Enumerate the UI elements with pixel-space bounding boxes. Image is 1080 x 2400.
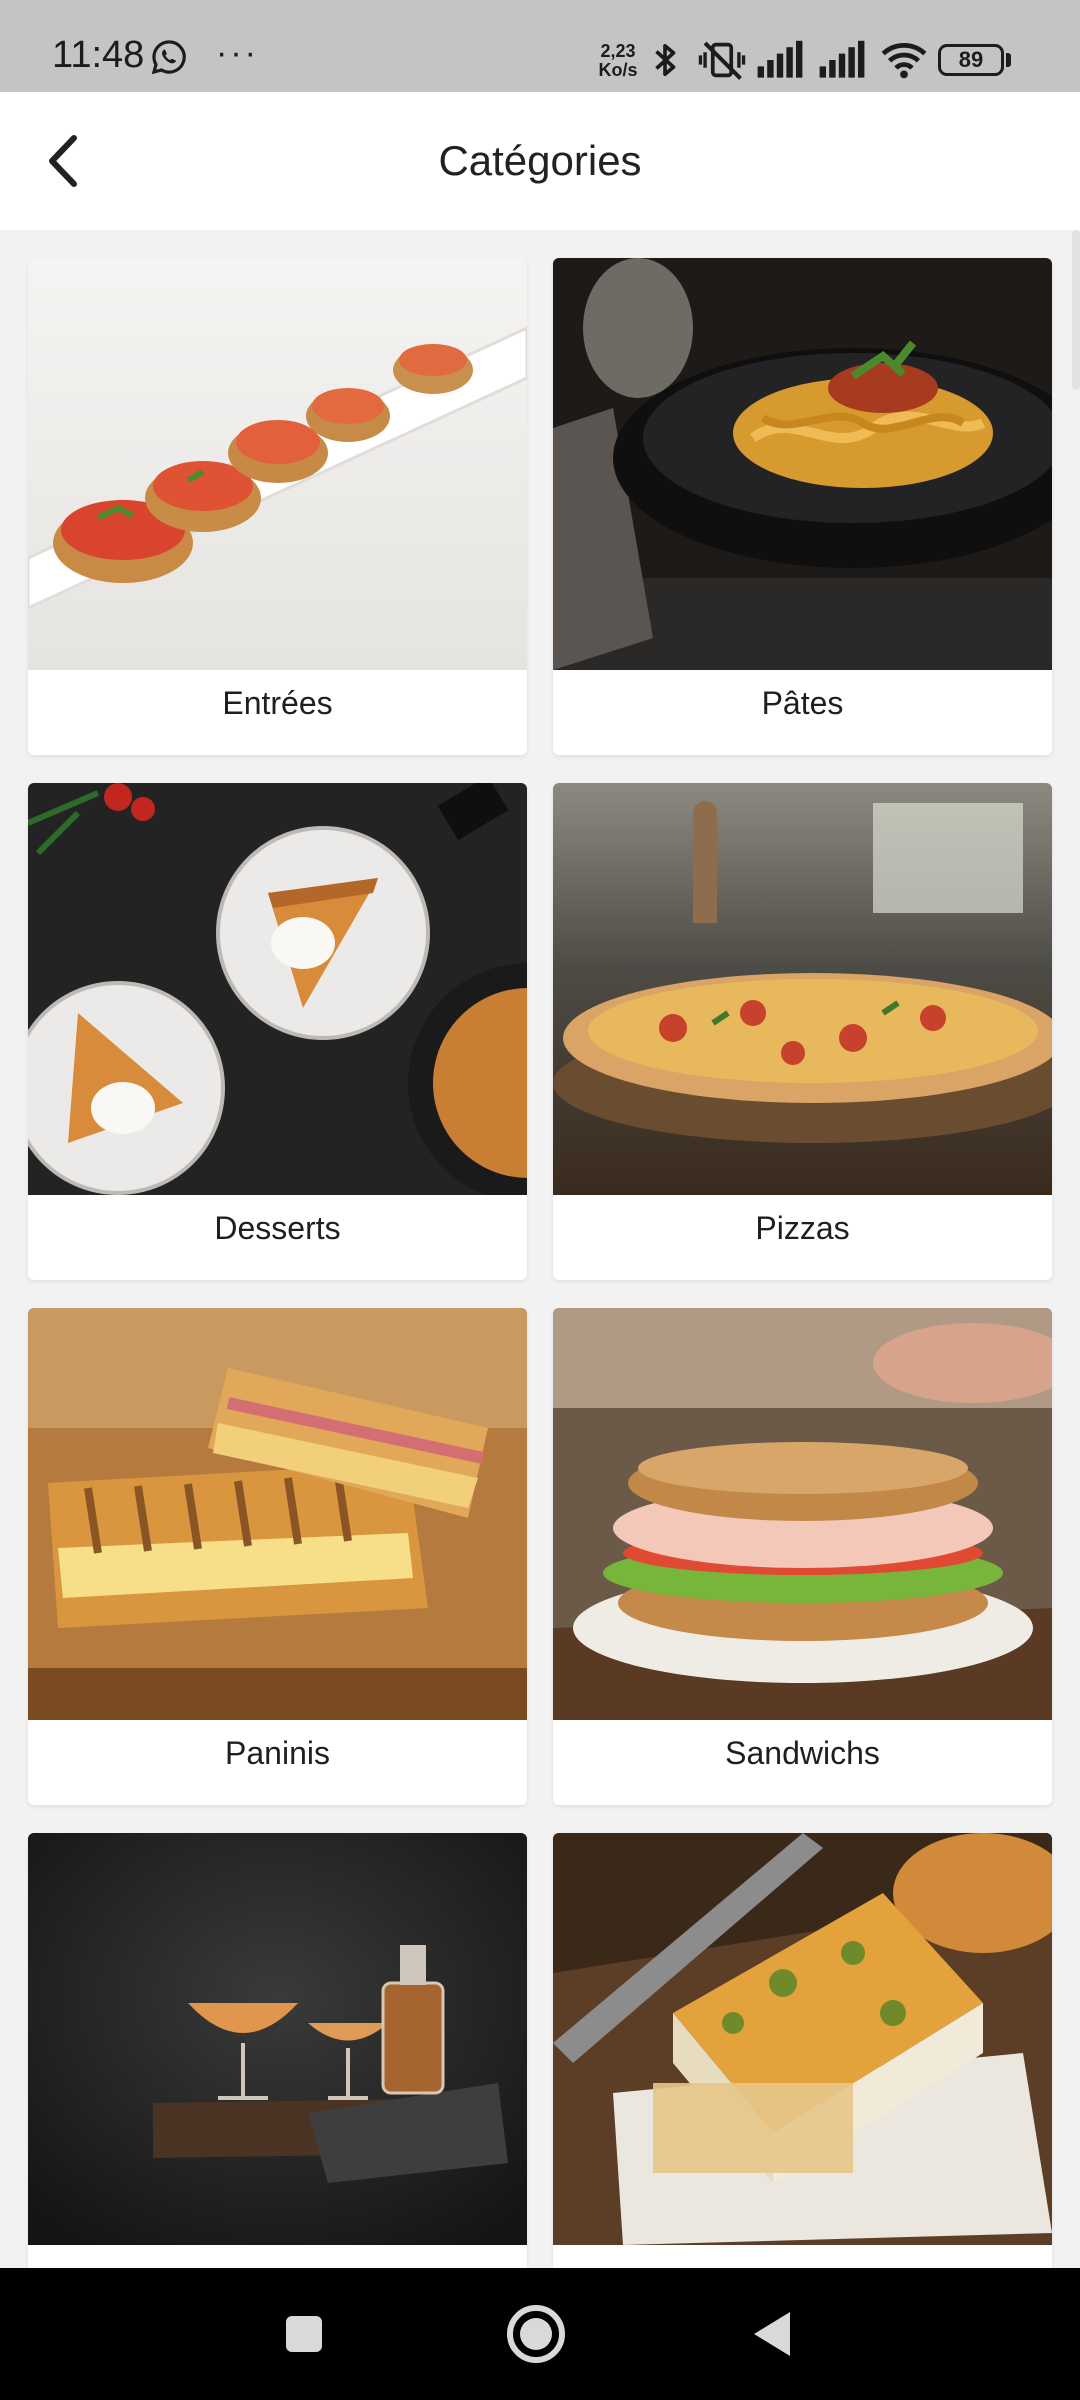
category-card-entrees[interactable]: Entrées xyxy=(28,258,527,755)
category-label: Entrées xyxy=(222,685,333,721)
category-image-paninis xyxy=(28,1308,527,1720)
back-button[interactable] xyxy=(30,124,104,198)
category-image-7 xyxy=(28,1833,527,2245)
category-label: Sandwichs xyxy=(725,1735,880,1771)
vibrate-off-icon xyxy=(698,41,746,80)
system-nav-bar xyxy=(0,2268,1080,2400)
app-bar: Catégories xyxy=(0,92,1080,230)
page-title: Catégories xyxy=(438,137,642,184)
status-time: 11:48 xyxy=(52,34,145,76)
category-image-8 xyxy=(553,1833,1052,2245)
scrollbar[interactable] xyxy=(1072,230,1080,390)
battery-tip xyxy=(1006,53,1011,67)
category-card-sandwichs[interactable]: Sandwichs xyxy=(553,1308,1052,1805)
wifi-icon xyxy=(881,42,927,79)
category-image-pates xyxy=(553,258,1052,670)
back-triangle-icon[interactable] xyxy=(736,2298,808,2370)
category-card-pizzas[interactable]: Pizzas xyxy=(553,783,1052,1280)
speed-unit: Ko/s xyxy=(598,60,638,80)
bluetooth-icon xyxy=(655,43,676,77)
category-card-pates[interactable]: Pâtes xyxy=(553,258,1052,755)
category-card-8[interactable] xyxy=(553,1833,1052,2268)
network-speed: 2,23 Ko/s xyxy=(596,42,640,80)
signal-icon xyxy=(757,40,803,78)
battery-icon: 89 xyxy=(938,44,1004,76)
status-bar: 11:48 ··· 2,23 Ko/s 89 xyxy=(0,0,1080,92)
category-label: Desserts xyxy=(214,1210,341,1246)
category-label: Pizzas xyxy=(755,1210,850,1246)
category-card-7[interactable] xyxy=(28,1833,527,2268)
category-image-sandwichs xyxy=(553,1308,1052,1720)
category-image-desserts xyxy=(28,783,527,1195)
category-card-paninis[interactable]: Paninis xyxy=(28,1308,527,1805)
category-label: Pâtes xyxy=(761,685,844,721)
whatsapp-icon xyxy=(151,40,186,75)
home-circle-icon[interactable] xyxy=(500,2298,572,2370)
category-image-entrees xyxy=(28,258,527,670)
category-label: Paninis xyxy=(225,1735,330,1771)
speed-value: 2,23 xyxy=(600,41,636,61)
category-grid: Entrées Pâtes Desserts Pizzas Paninis Sa… xyxy=(0,230,1080,2268)
category-label xyxy=(553,2245,1052,2268)
category-image-pizzas xyxy=(553,783,1052,1195)
signal-icon xyxy=(819,40,865,78)
more-notifications-icon: ··· xyxy=(216,34,259,72)
chevron-left-icon xyxy=(49,135,77,187)
category-label xyxy=(28,2245,527,2268)
category-card-desserts[interactable]: Desserts xyxy=(28,783,527,1280)
recents-square-icon[interactable] xyxy=(268,2298,340,2370)
